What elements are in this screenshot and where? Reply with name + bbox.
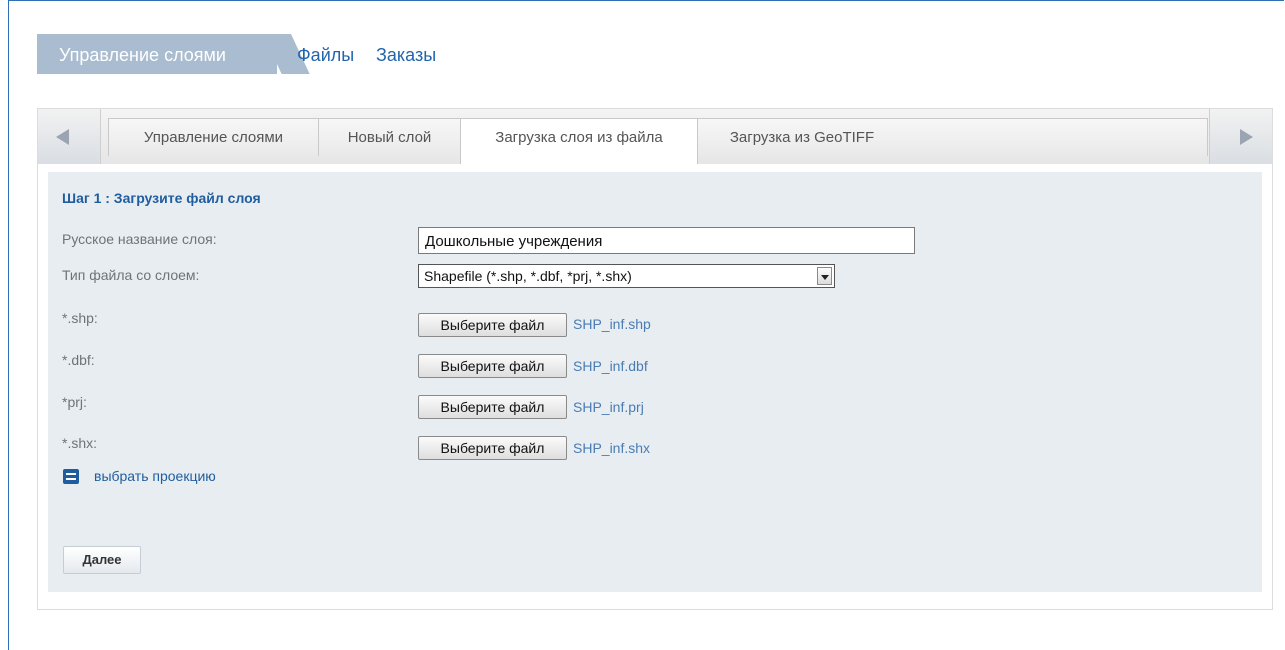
dbf-filename: SHP_inf.dbf <box>573 358 648 374</box>
tabs-prev-button[interactable] <box>38 109 101 164</box>
layer-panel: Управление слоями Новый слой Загрузка сл… <box>37 108 1273 610</box>
upload-form: Шаг 1 : Загрузите файл слоя Русское назв… <box>48 172 1262 592</box>
shx-label: *.shx: <box>62 435 98 451</box>
triangle-left-icon <box>56 129 69 145</box>
topnav-link-orders[interactable]: Заказы <box>376 45 436 66</box>
file-type-select-value: Shapefile (*.shp, *.dbf, *prj, *.shx) <box>424 268 632 284</box>
tab-load-geotiff[interactable]: Загрузка из GeoTIFF <box>697 118 907 156</box>
tab-new-layer[interactable]: Новый слой <box>318 118 461 156</box>
tab-layer-management[interactable]: Управление слоями <box>108 118 319 156</box>
layer-name-input[interactable]: Дошкольные учреждения <box>418 227 915 254</box>
prj-filename: SHP_inf.prj <box>573 399 644 415</box>
dbf-label: *.dbf: <box>62 352 95 368</box>
file-type-label: Тип файла со слоем: <box>62 267 200 283</box>
tabs-next-button[interactable] <box>1209 109 1272 164</box>
topnav-link-files[interactable]: Файлы <box>297 45 354 66</box>
tab-strip-filler <box>906 118 1208 156</box>
topnav-tab-layer-management[interactable]: Управление слоями <box>37 34 277 74</box>
list-icon <box>63 469 79 484</box>
layer-name-label: Русское название слоя: <box>62 231 217 247</box>
prj-choose-file-button[interactable]: Выберите файл <box>418 395 567 419</box>
tab-bar: Управление слоями Новый слой Загрузка сл… <box>38 109 1272 164</box>
dbf-choose-file-button[interactable]: Выберите файл <box>418 354 567 378</box>
step-title: Шаг 1 : Загрузите файл слоя <box>62 190 261 206</box>
file-type-select[interactable]: Shapefile (*.shp, *.dbf, *prj, *.shx) <box>418 264 835 288</box>
shx-filename: SHP_inf.shx <box>573 440 651 456</box>
tab-load-from-file[interactable]: Загрузка слоя из файла <box>460 118 698 164</box>
shp-filename: SHP_inf.shp <box>573 316 651 332</box>
chevron-down-icon[interactable] <box>817 267 832 285</box>
next-button[interactable]: Далее <box>63 546 141 574</box>
topnav-tab-label: Управление слоями <box>59 45 226 65</box>
choose-projection-label: выбрать проекцию <box>94 468 216 484</box>
shp-label: *.shp: <box>62 310 98 326</box>
triangle-right-icon <box>1240 129 1253 145</box>
shx-choose-file-button[interactable]: Выберите файл <box>418 436 567 460</box>
shp-choose-file-button[interactable]: Выберите файл <box>418 313 567 337</box>
prj-label: *prj: <box>62 394 87 410</box>
